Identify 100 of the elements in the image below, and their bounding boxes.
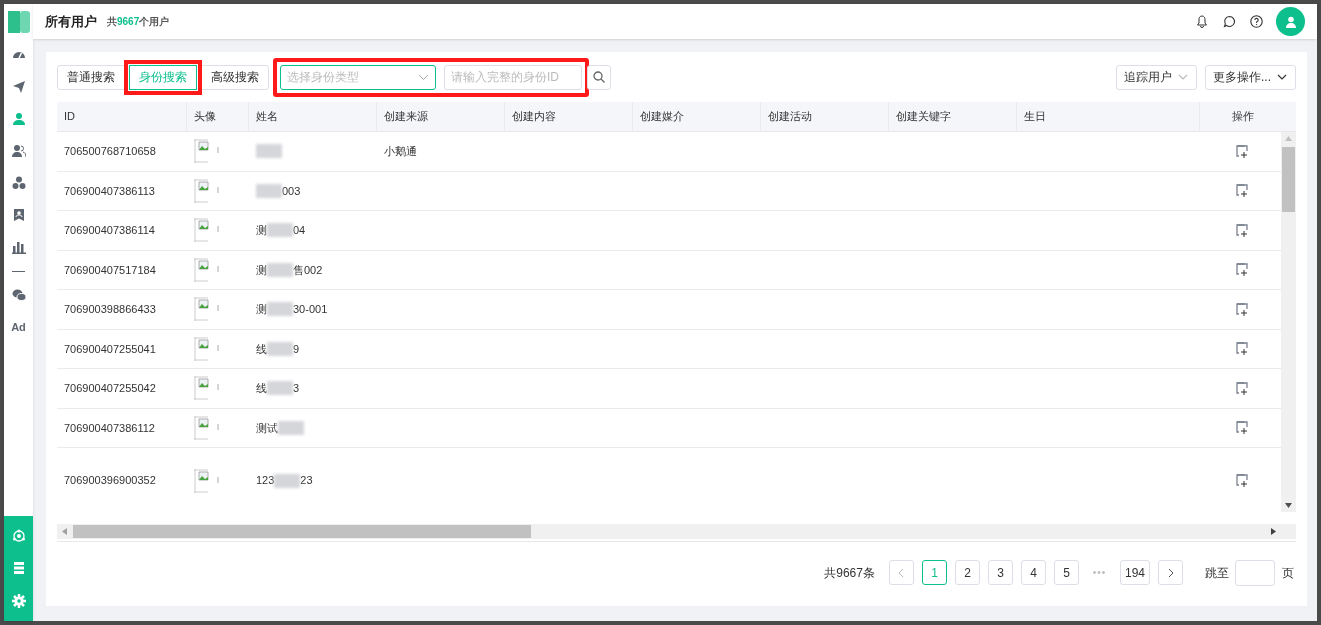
down-arrow-icon[interactable] [1285, 503, 1292, 508]
ad-menu-item[interactable]: Ad [11, 318, 26, 336]
table-cell-text: 30-001 [293, 302, 328, 317]
table-cell-text: 706900396900352 [64, 473, 156, 489]
page-input-field[interactable] [1235, 559, 1275, 586]
table-cell-text: 售002 [293, 262, 323, 278]
table-cell-text: 706900398866433 [64, 302, 156, 317]
redaction-blur [267, 262, 293, 277]
network-icon[interactable] [11, 529, 26, 544]
add-note-icon[interactable] [1236, 342, 1249, 356]
badge-icon[interactable] [11, 208, 26, 222]
table-cell-text: 003 [282, 183, 301, 199]
redaction-blur [278, 420, 304, 435]
user-count: 共9667个用户 [107, 15, 170, 29]
page-button[interactable]: 4 [1020, 560, 1046, 585]
table-cell-text: 706900407386114 [64, 223, 155, 238]
page-label: 页 [1282, 564, 1294, 582]
column-header[interactable]: 头像 [187, 102, 249, 131]
search-tab[interactable]: 普通搜索 [57, 64, 125, 90]
redaction-blur [256, 144, 282, 159]
left-arrow-icon[interactable] [62, 528, 67, 535]
vertical-scrollbar[interactable] [1281, 132, 1296, 512]
add-note-icon[interactable] [1236, 421, 1249, 435]
column-header[interactable]: ID [57, 102, 187, 131]
broken-image-icon [194, 139, 219, 164]
table-cell-text: 706900407386113 [64, 183, 155, 199]
page-title: 所有用户 [45, 12, 97, 31]
chat-icon[interactable] [1223, 15, 1236, 28]
table-cell-text: 测 [256, 302, 267, 317]
broken-image-icon [194, 415, 219, 440]
column-header[interactable]: 创建活动 [761, 102, 889, 131]
table-cell-text: 3 [293, 381, 300, 396]
redaction-blur [267, 341, 293, 356]
table-cell-text: 706500768710658 [64, 144, 156, 159]
table-cell-text: 706900407255041 [64, 341, 156, 357]
list-icon[interactable] [11, 561, 26, 576]
page-button[interactable]: 2 [954, 560, 980, 585]
column-header[interactable]: 操作 [1200, 102, 1285, 131]
table-cell-text: 测 [256, 223, 267, 238]
table-cell-text: 123 [256, 473, 275, 489]
avatar-button[interactable] [1276, 7, 1305, 36]
id-input-field[interactable]: 请输入完整的身份ID [444, 64, 582, 90]
user-icon[interactable] [11, 112, 26, 126]
right-arrow-icon[interactable] [1271, 528, 1276, 535]
search-button[interactable] [587, 64, 611, 90]
broken-image-icon [194, 336, 219, 361]
users-icon[interactable] [11, 144, 26, 158]
ellipsis-text: ••• [1091, 566, 1108, 580]
add-note-icon[interactable] [1236, 381, 1249, 395]
broken-image-icon [194, 376, 219, 401]
table-cell-text: 线 [256, 381, 267, 396]
redaction-blur [256, 183, 282, 198]
group-icon[interactable] [11, 176, 26, 190]
column-header[interactable]: 姓名 [249, 102, 377, 131]
add-note-icon[interactable] [1236, 474, 1249, 487]
broken-image-icon [194, 178, 219, 203]
add-note-icon[interactable] [1236, 302, 1249, 316]
redaction-blur [267, 302, 293, 317]
column-header[interactable]: 创建关键字 [889, 102, 1017, 131]
table-cell-text: 23 [300, 473, 313, 489]
action-dropdown[interactable]: 更多操作... [1205, 64, 1296, 90]
table-cell-text: 9 [293, 341, 300, 357]
caret-icon[interactable] [418, 73, 429, 81]
table-cell-text: 小鹅通 [384, 144, 417, 159]
page-button[interactable]: 5 [1053, 560, 1079, 585]
table-cell-text: 04 [293, 223, 306, 238]
page-button[interactable]: 194 [1119, 560, 1150, 585]
add-note-icon[interactable] [1236, 263, 1249, 277]
horizontal-scrollbar[interactable] [57, 524, 1296, 539]
page-button[interactable]: 3 [987, 560, 1013, 585]
add-note-icon[interactable] [1236, 223, 1249, 237]
caret-icon [1178, 74, 1188, 80]
redaction-blur [274, 473, 301, 488]
bell-icon[interactable] [1196, 15, 1208, 28]
logo-icon[interactable] [7, 10, 30, 33]
column-header[interactable]: 生日 [1017, 102, 1200, 131]
help-icon[interactable] [1250, 15, 1263, 28]
settings-icon[interactable] [11, 593, 26, 608]
bar-chart-icon[interactable] [11, 240, 26, 254]
chevron-icon [898, 567, 905, 578]
search-icon [593, 71, 605, 83]
action-dropdown[interactable]: 追踪用户 [1116, 64, 1197, 90]
table-cell-text: 线 [256, 341, 267, 357]
scroll-thumb[interactable] [73, 525, 531, 538]
jump-label: 跳至 [1205, 564, 1229, 582]
column-header[interactable]: 创建来源 [377, 102, 505, 131]
search-tab[interactable]: 高级搜索 [201, 64, 269, 90]
column-header[interactable]: 创建内容 [505, 102, 633, 131]
paper-plane-icon[interactable] [11, 80, 26, 94]
add-note-icon[interactable] [1236, 184, 1249, 198]
scroll-thumb[interactable] [1282, 147, 1295, 212]
user-icon [1284, 15, 1297, 28]
redaction-blur [267, 381, 293, 396]
column-header[interactable]: 创建媒介 [633, 102, 761, 131]
broken-image-icon [194, 257, 219, 282]
broken-image-icon [194, 468, 219, 493]
chevron-icon [1167, 567, 1174, 578]
chat-icon[interactable] [11, 288, 26, 302]
broken-image-icon [194, 297, 219, 322]
add-note-icon[interactable] [1236, 144, 1249, 158]
